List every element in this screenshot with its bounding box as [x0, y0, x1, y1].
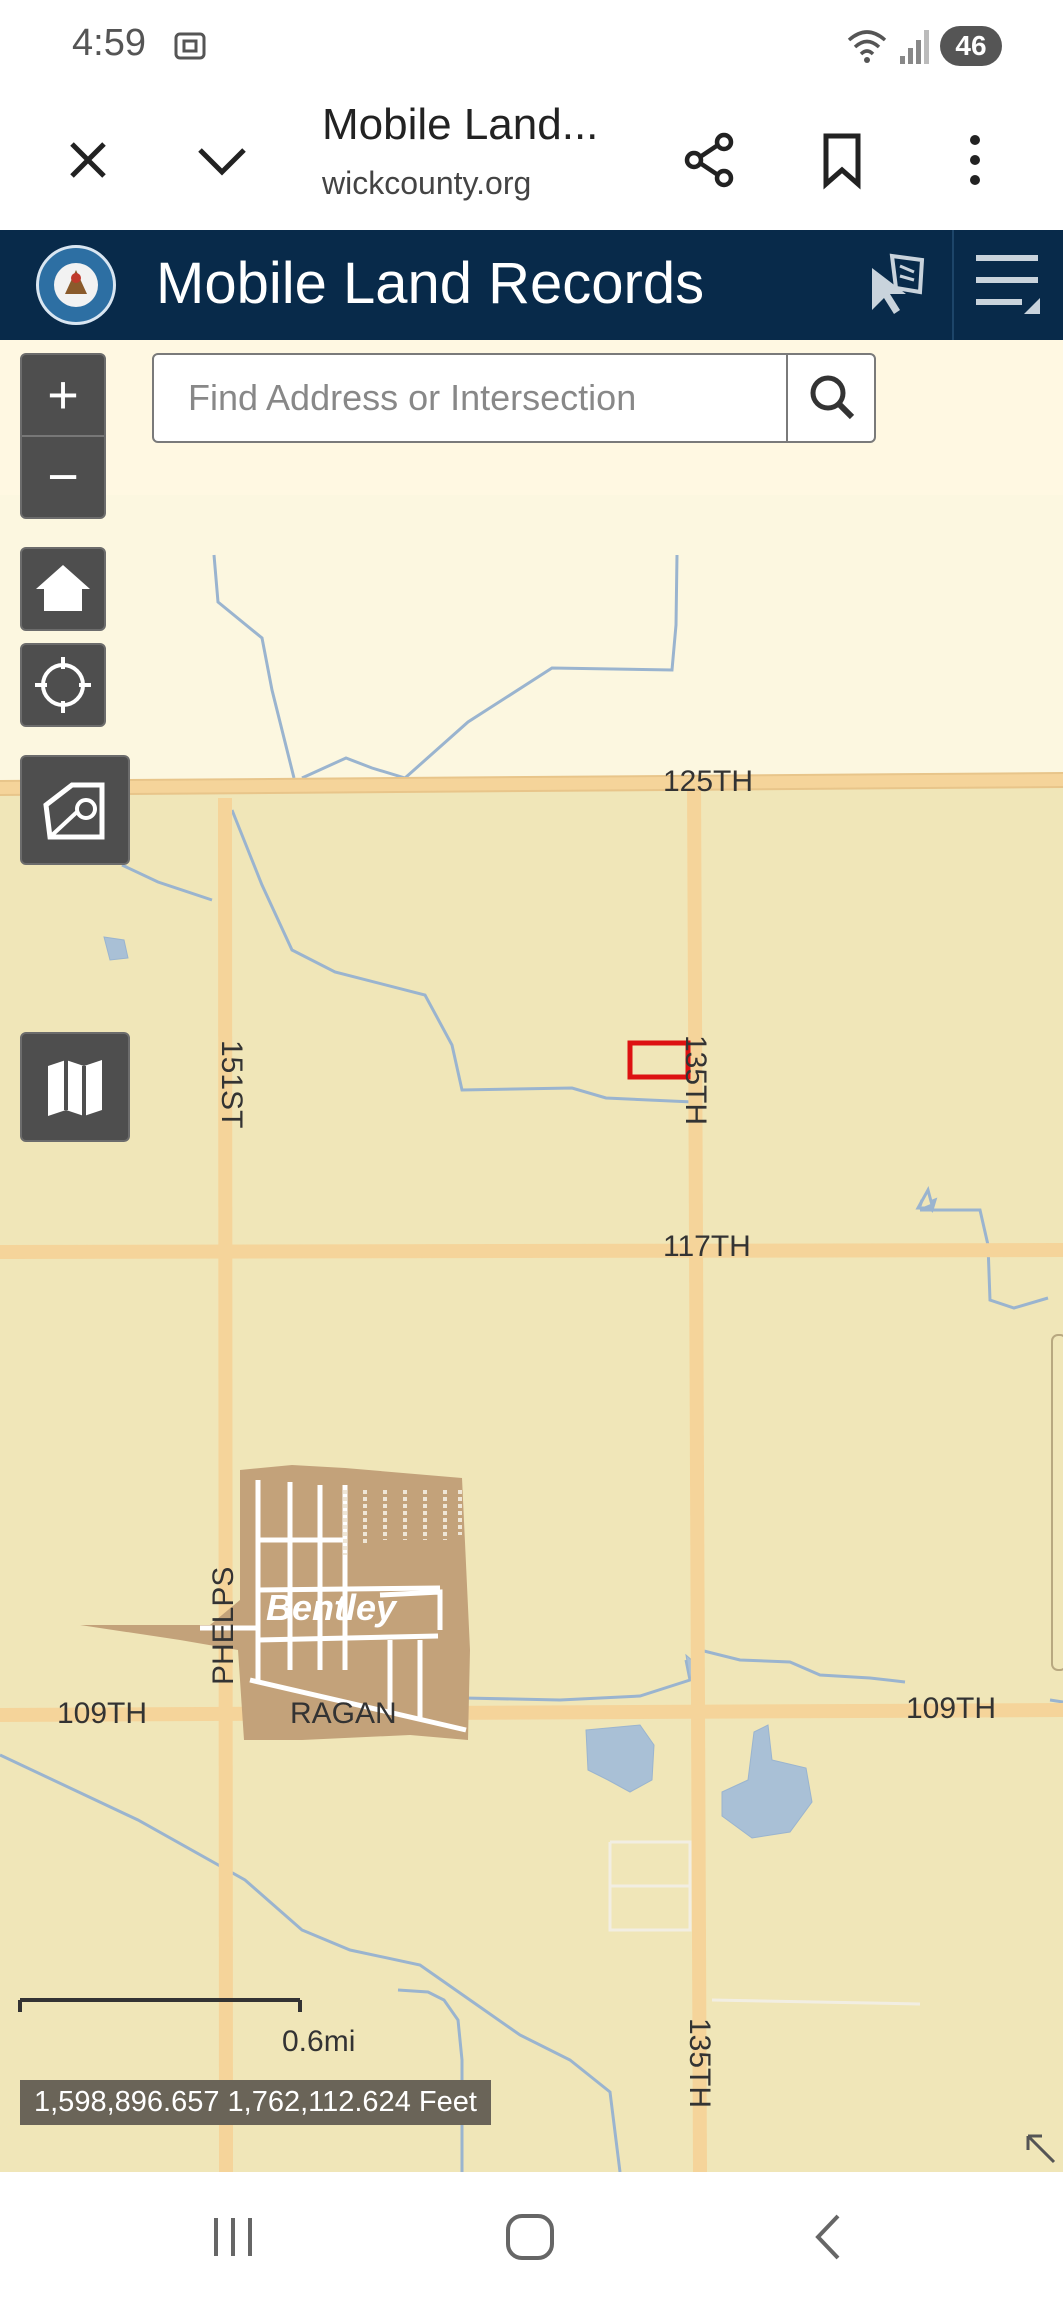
browser-page-title: Mobile Land...: [322, 100, 599, 149]
battery-indicator: 46: [940, 26, 1002, 66]
screenshot-icon: [170, 26, 210, 71]
close-icon[interactable]: [58, 130, 118, 190]
search-button[interactable]: [786, 355, 876, 441]
parcel-tool-button[interactable]: [20, 755, 130, 865]
map-canvas[interactable]: [0, 340, 1063, 2172]
road-label-135th-lower: 135TH: [683, 2018, 716, 2109]
recents-icon[interactable]: [208, 2212, 258, 2267]
road-label-109th-left: 109TH: [57, 1697, 148, 1730]
search-box: [152, 353, 876, 443]
road-label-151st: 151ST: [215, 1040, 248, 1129]
status-time: 4:59: [72, 22, 146, 64]
zoom-in-button[interactable]: +: [22, 355, 104, 437]
zoom-out-button[interactable]: −: [22, 437, 104, 517]
coordinate-readout: 1,598,896.657 1,762,112.624 Feet: [20, 2080, 491, 2125]
bookmark-icon[interactable]: [812, 130, 872, 190]
locate-icon: [35, 657, 91, 713]
zoom-control: + −: [20, 353, 106, 519]
signal-icon: [898, 26, 934, 71]
basemap-icon: [48, 1060, 102, 1116]
status-bar: 4:59 46: [0, 0, 1063, 90]
road-label-125th: 125TH: [663, 765, 754, 798]
road-label-109th-right: 109TH: [906, 1692, 997, 1725]
header-divider: [952, 230, 954, 340]
home-button[interactable]: [20, 547, 106, 631]
scale-label: 0.6mi: [282, 2025, 356, 2058]
locate-button[interactable]: [20, 643, 106, 727]
home-nav-icon[interactable]: [502, 2212, 558, 2267]
search-input[interactable]: [154, 355, 786, 441]
more-vert-icon[interactable]: [945, 130, 1005, 190]
wifi-icon: [845, 26, 889, 71]
town-label-bentley: Bentley: [266, 1587, 397, 1628]
road-label-phelps: PHELPS: [207, 1566, 240, 1685]
county-logo: [36, 245, 116, 325]
chevron-down-icon[interactable]: [192, 130, 252, 190]
app-title: Mobile Land Records: [156, 251, 705, 316]
share-icon[interactable]: [680, 130, 740, 190]
road-label-ragan: RAGAN: [290, 1697, 397, 1730]
search-icon: [810, 375, 855, 420]
road-label-135th-upper: 135TH: [679, 1035, 712, 1126]
system-nav-bar: [0, 2172, 1063, 2304]
app-header: Mobile Land Records: [0, 230, 1063, 340]
map-view[interactable]: 125TH 117TH 109TH 109TH RAGAN 151ST 135T…: [0, 340, 1063, 2172]
select-tool-icon[interactable]: [862, 248, 932, 327]
parcel-icon: [43, 782, 105, 840]
menu-icon[interactable]: [972, 248, 1042, 327]
road-label-117th: 117TH: [663, 1230, 751, 1263]
back-icon[interactable]: [804, 2212, 854, 2267]
browser-url[interactable]: wickcounty.org: [322, 165, 531, 202]
home-icon: [36, 565, 90, 611]
basemap-button[interactable]: [20, 1032, 130, 1142]
